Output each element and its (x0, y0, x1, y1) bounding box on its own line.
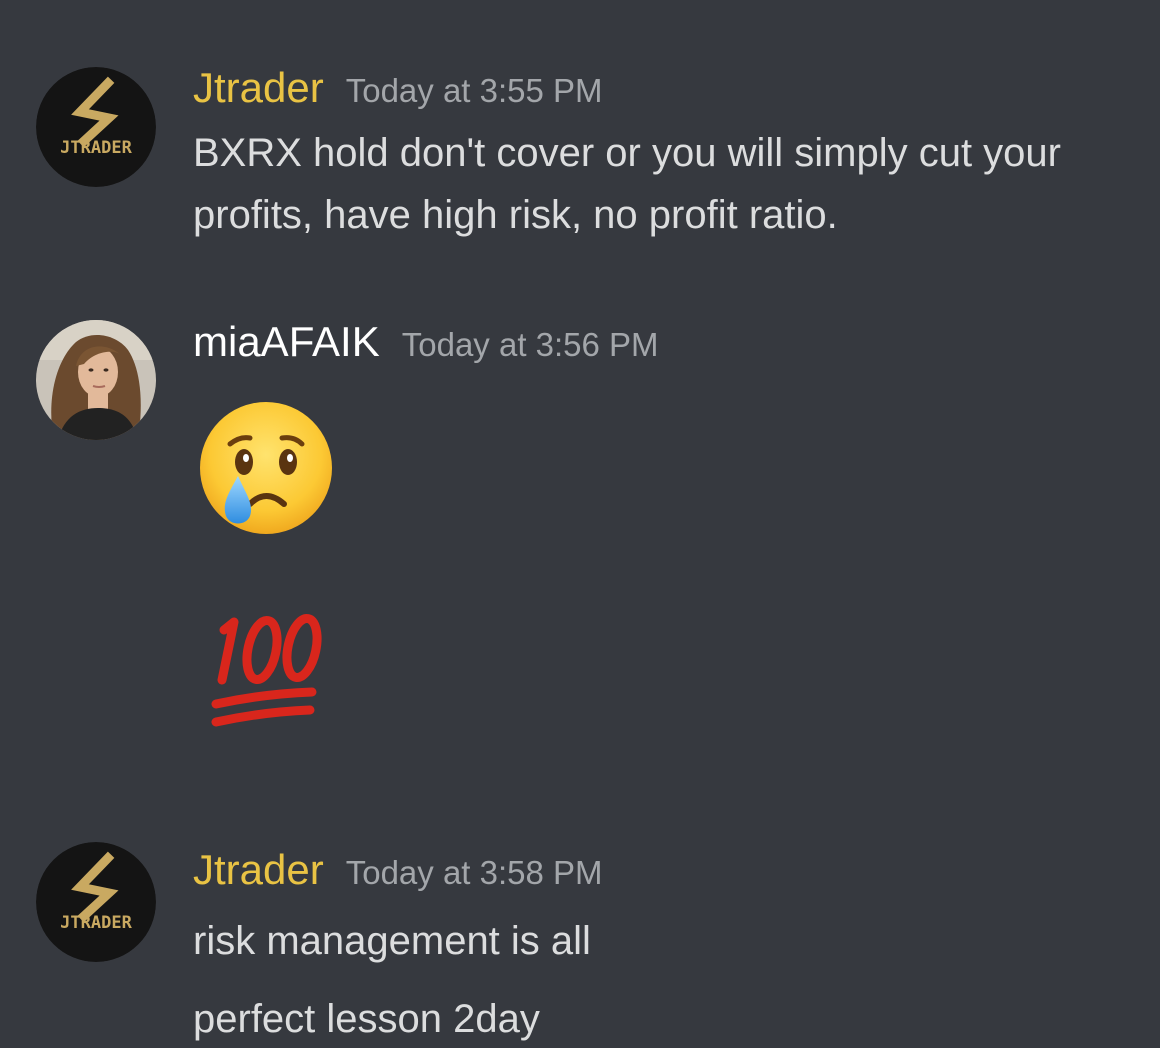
hundred-points-emoji[interactable] (202, 600, 334, 745)
profile-photo-icon (36, 320, 156, 440)
message-content: perfect lesson 2day (193, 997, 540, 1041)
avatar[interactable] (36, 320, 156, 440)
chat-message-list: JTRADER Jtrader Today at 3:55 PM BXRX hol… (0, 0, 1160, 1048)
message-content: BXRX hold don't cover or you will simply… (193, 131, 1061, 237)
timestamp[interactable]: Today at 3:58 PM (346, 854, 603, 891)
jtrader-logo-icon: JTRADER (36, 67, 156, 187)
username[interactable]: Jtrader (193, 64, 324, 111)
username[interactable]: Jtrader (193, 846, 324, 893)
username[interactable]: miaAFAIK (193, 318, 380, 365)
timestamp[interactable]: Today at 3:56 PM (402, 326, 659, 363)
avatar[interactable]: JTRADER (36, 842, 156, 962)
message-header: Jtrader Today at 3:55 PM (193, 64, 603, 112)
jtrader-logo-icon: JTRADER (36, 842, 156, 962)
message-header: Jtrader Today at 3:58 PM (193, 846, 603, 894)
avatar-label: JTRADER (60, 138, 132, 158)
crying-face-emoji[interactable] (198, 400, 334, 541)
avatar[interactable]: JTRADER (36, 67, 156, 187)
avatar-label: JTRADER (60, 913, 132, 933)
message-header: miaAFAIK Today at 3:56 PM (193, 318, 659, 366)
timestamp[interactable]: Today at 3:55 PM (346, 72, 603, 109)
message-content: risk management is all (193, 919, 591, 963)
